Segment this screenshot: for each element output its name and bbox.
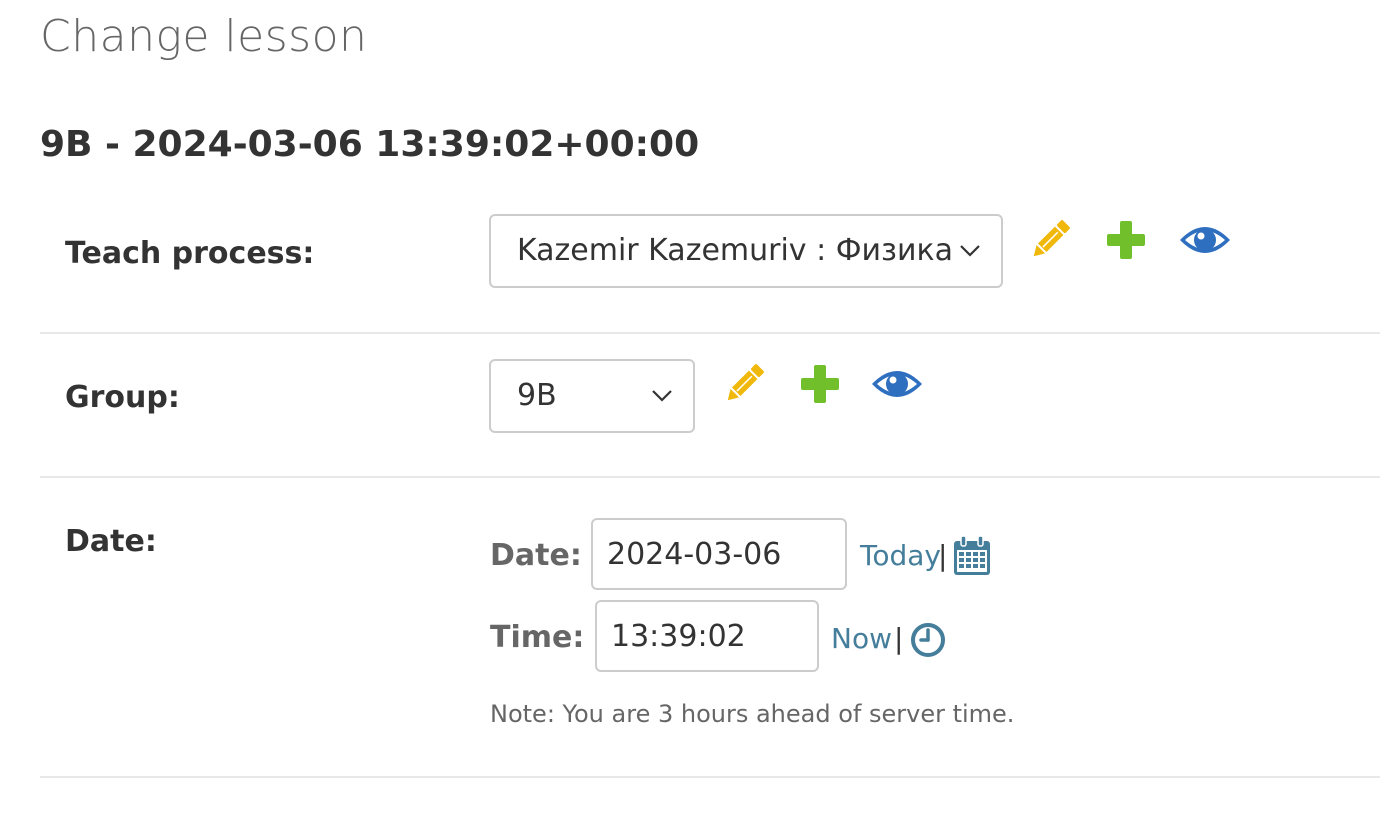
chevron-down-icon [651, 361, 673, 431]
time-input[interactable] [595, 600, 819, 672]
time-sub-label: Time: [490, 620, 585, 655]
view-teach-process-button[interactable] [1178, 218, 1232, 266]
separator: | [938, 539, 948, 572]
timezone-note: Note: You are 3 hours ahead of server ti… [490, 700, 1015, 728]
date-sub-label: Date: [490, 538, 582, 573]
date-field-label: Date: [65, 524, 157, 559]
form-row-group: Group: 9B [40, 334, 1380, 478]
pencil-icon [1027, 217, 1073, 267]
object-title: 9B - 2024-03-06 13:39:02+00:00 [40, 124, 700, 165]
edit-group-button[interactable] [720, 362, 768, 410]
date-input[interactable] [591, 518, 847, 590]
plus-icon [1105, 219, 1147, 265]
teach-process-label: Teach process: [65, 236, 315, 271]
change-lesson-page: Change lesson 9B - 2024-03-06 13:39:02+0… [0, 0, 1380, 823]
add-teach-process-button[interactable] [1102, 218, 1150, 266]
calendar-icon[interactable] [950, 534, 994, 578]
eye-icon [1178, 222, 1232, 262]
pencil-icon [721, 361, 767, 411]
separator: | [894, 622, 904, 655]
group-selected-value: 9B [517, 378, 557, 413]
plus-icon [799, 363, 841, 409]
eye-icon [870, 366, 924, 406]
teach-process-select[interactable]: Kazemir Kazemuriv : Физика [489, 214, 1003, 288]
clock-icon[interactable] [908, 618, 948, 662]
now-link[interactable]: Now [831, 619, 892, 659]
group-label: Group: [65, 380, 180, 415]
today-link[interactable]: Today [860, 536, 941, 576]
edit-teach-process-button[interactable] [1026, 218, 1074, 266]
view-group-button[interactable] [870, 362, 924, 410]
chevron-down-icon [959, 216, 981, 286]
form-row-teach-process: Teach process: Kazemir Kazemuriv : Физик… [40, 196, 1380, 334]
group-select[interactable]: 9B [489, 359, 695, 433]
add-group-button[interactable] [796, 362, 844, 410]
form-row-date: Date: Date: Today | Time: Now | [40, 478, 1380, 778]
page-title: Change lesson [40, 11, 368, 62]
teach-process-selected-value: Kazemir Kazemuriv : Физика [517, 233, 954, 268]
